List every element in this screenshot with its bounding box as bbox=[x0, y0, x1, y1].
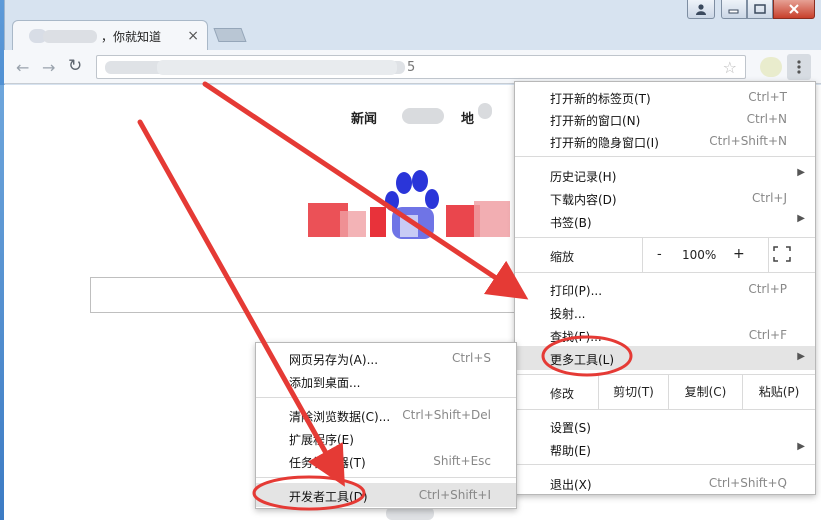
tab-close-icon[interactable]: × bbox=[187, 28, 199, 44]
close-icon[interactable] bbox=[773, 0, 815, 19]
menu-item-new-tab[interactable]: 打开新的标签页(T) Ctrl+T bbox=[515, 86, 815, 108]
menu-separator bbox=[515, 464, 815, 465]
submenu-item-clear-data[interactable]: 清除浏览数据(C)... Ctrl+Shift+Del bbox=[256, 404, 516, 426]
menu-item-bookmarks[interactable]: 书签(B) ▶ bbox=[515, 210, 815, 232]
window-caption-buttons bbox=[687, 0, 815, 20]
copy-button[interactable]: 复制(C) bbox=[668, 375, 742, 409]
menu-item-help[interactable]: 帮助(E) ▶ bbox=[515, 438, 815, 460]
submenu-arrow-icon: ▶ bbox=[797, 351, 805, 362]
more-tools-submenu: 网页另存为(A)... Ctrl+S 添加到桌面... 清除浏览数据(C)... C… bbox=[255, 342, 517, 509]
new-tab-button[interactable] bbox=[213, 28, 247, 42]
submenu-item-devtools[interactable]: 开发者工具(D) Ctrl+Shift+I bbox=[256, 483, 516, 507]
nav-link-news[interactable]: 新闻 bbox=[351, 108, 377, 127]
menu-dots-icon[interactable] bbox=[787, 54, 811, 80]
star-icon[interactable]: ☆ bbox=[723, 58, 737, 77]
menu-item-history[interactable]: 历史记录(H) ▶ bbox=[515, 164, 815, 186]
back-icon[interactable]: ← bbox=[16, 58, 29, 77]
menu-separator bbox=[515, 156, 815, 157]
submenu-item-task-manager[interactable]: 任务管理器(T) Shift+Esc bbox=[256, 450, 516, 472]
baidu-logo bbox=[308, 170, 510, 239]
user-icon[interactable] bbox=[687, 0, 715, 19]
minimize-icon[interactable] bbox=[721, 0, 747, 19]
extension-icon[interactable] bbox=[760, 57, 782, 77]
zoom-in-button[interactable]: + bbox=[733, 246, 745, 262]
zoom-row: 缩放 - 100% + bbox=[515, 238, 815, 272]
menu-item-settings[interactable]: 设置(S) bbox=[515, 415, 815, 437]
menu-item-new-window[interactable]: 打开新的窗口(N) Ctrl+N bbox=[515, 108, 815, 130]
submenu-item-add-to-desktop[interactable]: 添加到桌面... bbox=[256, 370, 516, 392]
tab-active[interactable]: ，你就知道 × bbox=[12, 20, 208, 50]
menu-separator bbox=[256, 477, 516, 478]
zoom-out-button[interactable]: - bbox=[657, 247, 662, 262]
reload-icon[interactable]: ↻ bbox=[68, 56, 82, 76]
submenu-arrow-icon: ▶ bbox=[797, 213, 805, 224]
edit-row: 修改 剪切(T) 复制(C) 粘贴(P) bbox=[515, 375, 815, 409]
search-input[interactable] bbox=[90, 277, 520, 313]
blurred-region bbox=[43, 30, 97, 43]
menu-item-incognito[interactable]: 打开新的隐身窗口(I) Ctrl+Shift+N bbox=[515, 130, 815, 152]
address-text: 5 bbox=[407, 60, 416, 75]
blurred-region bbox=[478, 103, 492, 119]
menu-item-print[interactable]: 打印(P)... Ctrl+P bbox=[515, 278, 815, 300]
menu-item-more-tools[interactable]: 更多工具(L) ▶ bbox=[515, 346, 815, 370]
chrome-main-menu: 打开新的标签页(T) Ctrl+T 打开新的窗口(N) Ctrl+N 打开新的隐身窗… bbox=[514, 81, 816, 495]
zoom-level: 100% bbox=[682, 248, 717, 262]
menu-separator bbox=[256, 397, 516, 398]
submenu-item-save-page[interactable]: 网页另存为(A)... Ctrl+S bbox=[256, 347, 516, 369]
menu-item-downloads[interactable]: 下载内容(D) Ctrl+J bbox=[515, 187, 815, 209]
fullscreen-icon[interactable] bbox=[773, 246, 791, 262]
browser-toolbar: ← → ↻ 5 ☆ bbox=[4, 50, 821, 84]
blurred-region bbox=[402, 108, 444, 124]
menu-item-exit[interactable]: 退出(X) Ctrl+Shift+Q bbox=[515, 472, 815, 494]
menu-separator bbox=[515, 272, 815, 273]
paste-button[interactable]: 粘贴(P) bbox=[742, 375, 815, 409]
menu-item-cast[interactable]: 投射... bbox=[515, 301, 815, 323]
menu-separator bbox=[515, 409, 815, 410]
maximize-icon[interactable] bbox=[747, 0, 773, 19]
forward-icon[interactable]: → bbox=[42, 58, 55, 77]
submenu-item-extensions[interactable]: 扩展程序(E) bbox=[256, 427, 516, 449]
nav-link-map[interactable]: 地 bbox=[461, 108, 474, 127]
submenu-arrow-icon: ▶ bbox=[797, 167, 805, 178]
address-bar[interactable]: 5 ☆ bbox=[96, 55, 746, 79]
tab-title: ，你就知道 bbox=[101, 30, 162, 44]
cut-button[interactable]: 剪切(T) bbox=[598, 375, 668, 409]
blurred-region bbox=[157, 60, 397, 75]
menu-item-find[interactable]: 查找(F)... Ctrl+F bbox=[515, 324, 815, 346]
submenu-arrow-icon: ▶ bbox=[797, 441, 805, 452]
